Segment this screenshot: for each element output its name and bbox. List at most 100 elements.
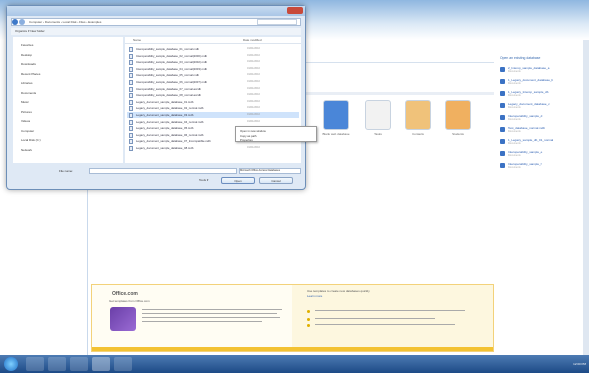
recent-database-item[interactable]: Interoperability_sample_f Documents	[500, 162, 582, 170]
file-date: 01/01/2010	[247, 146, 260, 149]
file-name: Interoperability_sample_database_08_norm…	[136, 93, 201, 98]
cancel-button[interactable]: Cancel	[259, 177, 293, 184]
file-row[interactable]: Legacy_document_sample_database_08.mdb 01…	[127, 145, 299, 151]
file-name: Legacy_document_sample_database_01.mdb	[136, 99, 194, 104]
nav-item[interactable]: Network	[21, 148, 32, 152]
promo-bullet	[307, 323, 487, 327]
column-date[interactable]: Date modified	[243, 38, 262, 42]
file-row[interactable]: Interoperability_sample_database_08_norm…	[127, 92, 299, 99]
nav-item[interactable]: Videos	[21, 119, 30, 123]
database-file-icon	[129, 99, 133, 105]
file-row[interactable]: Interoperability_sample_database_01_norm…	[127, 46, 299, 52]
template-tile[interactable]: Tasks	[360, 96, 396, 142]
database-file-icon	[129, 93, 133, 99]
nav-item[interactable]: Recent Places	[21, 72, 40, 76]
search-input[interactable]	[257, 19, 297, 25]
nav-item[interactable]: Local Disk (C:)	[21, 138, 41, 142]
promo-learn-more-link[interactable]: Learn more	[307, 294, 322, 298]
recent-item-location: Documents	[508, 118, 521, 121]
recent-database-item[interactable]: Test_database_normal.mdb Documents	[500, 126, 582, 134]
recent-database-item[interactable]: Interoperability_sample_e Documents	[500, 150, 582, 158]
nav-item[interactable]: Pictures	[21, 110, 32, 114]
recent-database-item[interactable]: 1_Legacy_document_database_b Documents	[500, 78, 582, 86]
file-row[interactable]: Legacy_document_sample_database_01.mdb 01…	[127, 99, 299, 105]
nav-item[interactable]: Favorites	[21, 43, 33, 47]
nav-item[interactable]: Downloads	[21, 62, 36, 66]
database-file-icon	[129, 113, 133, 118]
file-name: Interoperability_sample_database_01_norm…	[136, 47, 199, 51]
template-tile[interactable]: Contacts	[400, 96, 436, 142]
file-date: 01/01/2010	[247, 106, 260, 110]
dialog-toolbar	[11, 28, 301, 35]
desktop-screen: Blank web database Tasks Contacts Students …	[0, 0, 589, 373]
file-date: 01/01/2010	[247, 119, 260, 123]
file-row[interactable]: Legacy_document_sample_database_02_norma…	[127, 105, 299, 112]
nav-item[interactable]: Libraries	[21, 81, 33, 85]
promo-left: Office.com Get templates from Office.com	[92, 285, 292, 347]
database-file-icon	[129, 60, 133, 66]
back-arrow-icon[interactable]	[12, 19, 18, 25]
taskbar-access-icon[interactable]	[92, 357, 110, 371]
recent-database-item[interactable]: 2_Interop_sample_database_a Documents	[500, 66, 582, 74]
recent-item-location: Documents	[508, 154, 521, 157]
context-menu-item[interactable]: Copy as path	[240, 134, 256, 138]
template-tile[interactable]: Blank web database	[318, 96, 354, 142]
recent-database-item[interactable]: 1_Legacy_Interop_sample_db Documents	[500, 90, 582, 98]
taskbar-app-icon[interactable]	[114, 357, 132, 371]
database-file-icon	[129, 66, 133, 72]
file-date: 01/01/2010	[247, 60, 260, 64]
file-name: Interoperability_sample_database_04_norm…	[136, 66, 208, 71]
nav-item[interactable]: Computer	[21, 129, 34, 133]
tools-menu[interactable]: Tools ▾	[199, 178, 208, 182]
file-name: Legacy_document_sample_database_05.mdb	[136, 126, 194, 131]
recent-database-item[interactable]: 1_Legacy_sample_db_01_normal Documents	[500, 138, 582, 146]
scrollbar[interactable]	[583, 40, 589, 355]
recent-database-item[interactable]: Interoperability_sample_d Documents	[500, 114, 582, 122]
file-name: Legacy_document_sample_database_03.mdb	[136, 113, 194, 117]
database-icon	[500, 163, 505, 168]
file-row[interactable]: Interoperability_sample_database_07_norm…	[127, 86, 299, 92]
recent-database-item[interactable]: Legacy_document_database_c Documents	[500, 102, 582, 110]
file-date: 01/01/2010	[247, 66, 260, 70]
template-thumbnail	[323, 100, 349, 130]
filetype-select[interactable]: Microsoft Office Access Databases	[239, 168, 301, 174]
file-row[interactable]: Interoperability_sample_database_05_norm…	[127, 72, 299, 79]
file-name: Interoperability_sample_database_06_norm…	[136, 80, 208, 84]
nav-item[interactable]: Music	[21, 100, 29, 104]
file-date: 01/01/2010	[247, 93, 260, 97]
database-file-icon	[129, 126, 133, 132]
taskbar-ie-icon[interactable]	[26, 357, 44, 371]
template-label: Blank web database	[322, 132, 350, 136]
context-menu-item[interactable]: Properties	[240, 138, 253, 142]
filename-input[interactable]	[89, 168, 237, 174]
forward-arrow-icon[interactable]	[19, 19, 25, 25]
promo-text-line	[142, 309, 282, 310]
office-logo: Office.com	[112, 291, 138, 297]
database-icon	[500, 115, 505, 120]
template-label: Contacts	[412, 132, 424, 136]
file-row[interactable]: Interoperability_sample_database_02_norm…	[127, 53, 299, 59]
file-row[interactable]: Interoperability_sample_database_06_norm…	[127, 79, 299, 85]
database-file-icon	[129, 146, 133, 151]
template-tile[interactable]: Students	[440, 96, 476, 142]
dialog-titlebar[interactable]	[7, 6, 305, 16]
open-button[interactable]: Open	[221, 177, 255, 184]
file-row[interactable]: Legacy_document_sample_database_04_norma…	[127, 119, 299, 125]
context-menu-item[interactable]: Open in new window	[240, 129, 266, 133]
database-file-icon	[129, 139, 133, 145]
file-row[interactable]: Legacy_document_sample_database_03.mdb 01…	[127, 112, 299, 118]
column-name[interactable]: Name	[133, 38, 141, 42]
file-list: Name Date modified Interoperability_samp…	[125, 37, 301, 163]
taskbar-explorer-icon[interactable]	[48, 357, 66, 371]
database-icon	[500, 151, 505, 156]
file-row[interactable]: Interoperability_sample_database_04_norm…	[127, 66, 299, 72]
file-row[interactable]: Interoperability_sample_database_03_norm…	[127, 59, 299, 66]
address-path[interactable]: Computer › Documents › Local Disk › File…	[29, 20, 249, 24]
organize-menu[interactable]: Organize ▾ New folder	[15, 29, 45, 33]
nav-item[interactable]: Desktop	[21, 53, 32, 57]
recent-databases-panel: Open an existing database 2_Interop_samp…	[498, 48, 583, 268]
start-button-icon[interactable]	[4, 357, 18, 371]
nav-item[interactable]: Documents	[21, 91, 36, 95]
dialog-close-button[interactable]	[287, 7, 303, 14]
taskbar-media-icon[interactable]	[70, 357, 88, 371]
